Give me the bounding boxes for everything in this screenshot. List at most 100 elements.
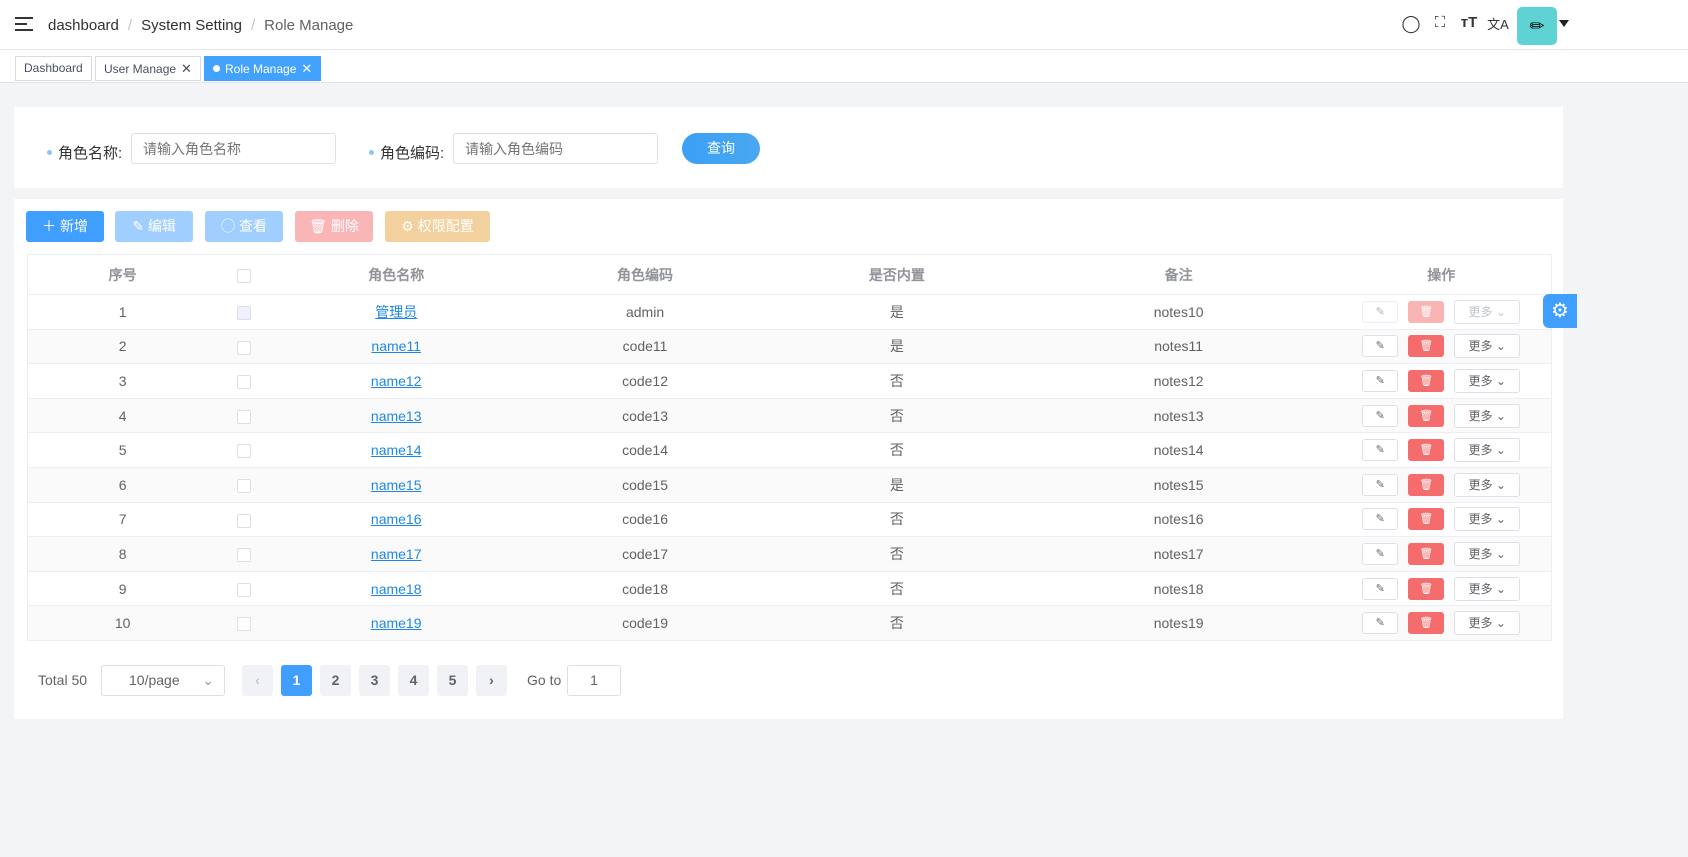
row-delete-button[interactable]: 🗑: [1408, 404, 1445, 427]
tab-role-manage[interactable]: Role Manage ✕: [204, 56, 322, 81]
query-button[interactable]: 查询: [682, 133, 760, 164]
next-page-button[interactable]: ›: [476, 665, 507, 696]
cell-index: 8: [27, 536, 218, 572]
search-icon[interactable]: ◯: [1400, 14, 1422, 34]
col-builtin: 是否内置: [767, 254, 1026, 295]
role-name-link[interactable]: 管理员: [375, 304, 417, 320]
caret-down-icon[interactable]: [1559, 20, 1569, 27]
breadcrumb-dashboard[interactable]: dashboard: [48, 17, 119, 34]
row-delete-button[interactable]: 🗑: [1408, 542, 1445, 565]
row-more-dropdown[interactable]: 更多 ⌄: [1454, 334, 1521, 359]
translate-icon[interactable]: 文A: [1487, 14, 1509, 33]
more-label: 更多: [1468, 408, 1493, 423]
table-row: 2 name11 code11 是 notes11 ✎ 🗑 更多 ⌄: [27, 329, 1552, 365]
row-edit-button[interactable]: ✎: [1362, 369, 1399, 392]
cell-name: 管理员: [270, 294, 523, 330]
select-all-checkbox[interactable]: [236, 268, 251, 283]
cell-select: [217, 605, 271, 641]
goto-input[interactable]: 1: [567, 665, 621, 696]
row-more-dropdown[interactable]: 更多 ⌄: [1454, 368, 1521, 393]
row-checkbox[interactable]: [236, 305, 251, 320]
role-name-link[interactable]: name13: [371, 408, 422, 424]
cell-notes: notes16: [1025, 502, 1332, 538]
permission-button[interactable]: ⚙ 权限配置: [385, 211, 490, 242]
role-name-link[interactable]: name15: [371, 477, 422, 493]
role-name-link[interactable]: name18: [371, 581, 422, 597]
menu-toggle-icon[interactable]: [15, 17, 33, 31]
row-delete-button[interactable]: 🗑: [1408, 577, 1445, 600]
row-more-dropdown[interactable]: 更多 ⌄: [1454, 611, 1521, 636]
prev-page-button[interactable]: ‹: [242, 665, 273, 696]
add-button[interactable]: ＋ 新增: [26, 211, 104, 242]
goto-label: Go to: [527, 672, 562, 688]
cell-builtin: 否: [767, 605, 1026, 641]
page-button-4[interactable]: 4: [398, 665, 429, 696]
font-size-icon[interactable]: тT: [1458, 14, 1480, 31]
cell-code: code14: [522, 432, 768, 468]
row-checkbox[interactable]: [236, 478, 251, 493]
row-edit-button[interactable]: ✎: [1362, 508, 1399, 531]
row-edit-button[interactable]: ✎: [1362, 612, 1399, 635]
row-edit-button[interactable]: ✎: [1362, 577, 1399, 600]
role-name-input[interactable]: [131, 133, 336, 164]
breadcrumb-system-setting[interactable]: System Setting: [141, 17, 242, 34]
row-delete-button[interactable]: 🗑: [1408, 612, 1445, 635]
close-icon[interactable]: ✕: [181, 61, 192, 76]
row-delete-button[interactable]: 🗑: [1408, 439, 1445, 462]
role-name-link[interactable]: name11: [371, 338, 421, 354]
close-icon[interactable]: ✕: [301, 61, 312, 76]
chevron-down-icon: ⌄: [202, 672, 214, 688]
row-edit-button[interactable]: ✎: [1362, 439, 1399, 462]
row-checkbox[interactable]: [236, 548, 251, 563]
row-checkbox[interactable]: [236, 444, 251, 459]
row-more-dropdown[interactable]: 更多 ⌄: [1454, 403, 1521, 428]
row-more-dropdown[interactable]: 更多 ⌄: [1454, 541, 1521, 566]
role-name-link[interactable]: name16: [371, 511, 422, 527]
row-edit-button[interactable]: ✎: [1362, 542, 1399, 565]
settings-gear-icon[interactable]: ⚙: [1543, 294, 1577, 328]
row-edit-button[interactable]: ✎: [1362, 404, 1399, 427]
role-name-link[interactable]: name14: [371, 442, 422, 458]
avatar[interactable]: ✏: [1517, 7, 1557, 45]
row-more-dropdown[interactable]: 更多 ⌄: [1454, 438, 1521, 463]
role-code-input[interactable]: [453, 133, 658, 164]
page-size-select[interactable]: 10/page ⌄: [101, 665, 225, 696]
row-delete-button[interactable]: 🗑: [1408, 300, 1445, 323]
tab-user-manage[interactable]: User Manage ✕: [95, 56, 201, 81]
cell-index: 3: [27, 363, 218, 399]
page-button-5[interactable]: 5: [437, 665, 468, 696]
row-edit-button[interactable]: ✎: [1362, 300, 1399, 323]
cell-builtin: 否: [767, 536, 1026, 572]
row-checkbox[interactable]: [236, 375, 251, 390]
row-delete-button[interactable]: 🗑: [1408, 508, 1445, 531]
row-delete-button[interactable]: 🗑: [1408, 335, 1445, 358]
page-button-3[interactable]: 3: [359, 665, 390, 696]
table-row: 1 管理员 admin 是 notes10 ✎ 🗑 更多 ⌄: [27, 294, 1552, 330]
row-checkbox[interactable]: [236, 617, 251, 632]
row-more-dropdown[interactable]: 更多 ⌄: [1454, 299, 1521, 324]
view-button[interactable]: ◯ 查看: [205, 211, 283, 242]
row-more-dropdown[interactable]: 更多 ⌄: [1454, 507, 1521, 532]
row-checkbox[interactable]: [236, 582, 251, 597]
col-index: 序号: [27, 254, 218, 295]
row-checkbox[interactable]: [236, 409, 251, 424]
row-delete-button[interactable]: 🗑: [1408, 369, 1445, 392]
role-name-link[interactable]: name12: [371, 373, 422, 389]
fullscreen-icon[interactable]: ⛶: [1429, 14, 1451, 31]
page-button-1[interactable]: 1: [281, 665, 312, 696]
row-checkbox[interactable]: [236, 340, 251, 355]
page-button-2[interactable]: 2: [320, 665, 351, 696]
delete-button[interactable]: 🗑 删除: [295, 211, 373, 242]
row-edit-button[interactable]: ✎: [1362, 473, 1399, 496]
row-more-dropdown[interactable]: 更多 ⌄: [1454, 472, 1521, 497]
tab-dashboard[interactable]: Dashboard: [15, 56, 92, 81]
role-name-link[interactable]: name17: [371, 546, 422, 562]
role-name-link[interactable]: name19: [371, 615, 422, 631]
row-checkbox[interactable]: [236, 513, 251, 528]
cell-index: 9: [27, 571, 218, 607]
edit-button[interactable]: ✎ 编辑: [115, 211, 193, 242]
row-edit-button[interactable]: ✎: [1362, 335, 1399, 358]
row-delete-button[interactable]: 🗑: [1408, 473, 1445, 496]
row-more-dropdown[interactable]: 更多 ⌄: [1454, 576, 1521, 601]
cell-index: 7: [27, 502, 218, 538]
